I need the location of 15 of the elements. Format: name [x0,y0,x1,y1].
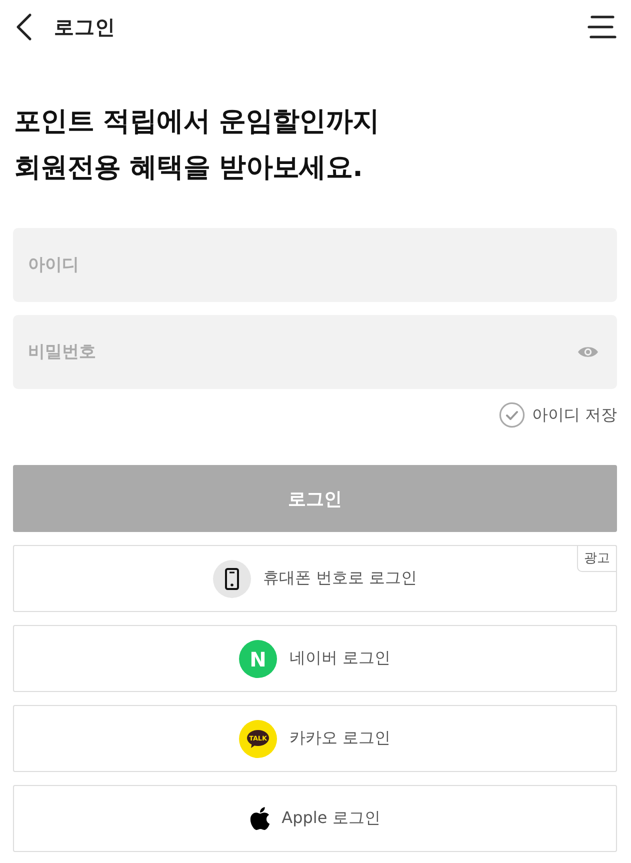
remember-id-checkbox[interactable]: 아이디 저장 [498,400,617,430]
id-field[interactable]: 아이디 [13,228,617,302]
chevron-left-icon [15,13,33,41]
menu-icon[interactable] [587,15,617,39]
password-field[interactable]: 비밀번호 [13,315,617,389]
letter-n-icon: N [239,640,278,678]
apple-login-button[interactable]: Apple 로그인 [13,785,617,852]
headline: 포인트 적립에서 운임할인까지 회원전용 혜택을 받아보세요. [14,105,380,185]
page-title: 로그인 [54,14,116,40]
phone-icon [212,560,251,598]
check-circle-icon [498,402,525,428]
apple-icon [250,806,270,830]
back-button[interactable] [15,13,33,41]
ad-tag: 광고 [577,545,617,572]
naver-login-button[interactable]: N 네이버 로그인 [13,625,617,692]
